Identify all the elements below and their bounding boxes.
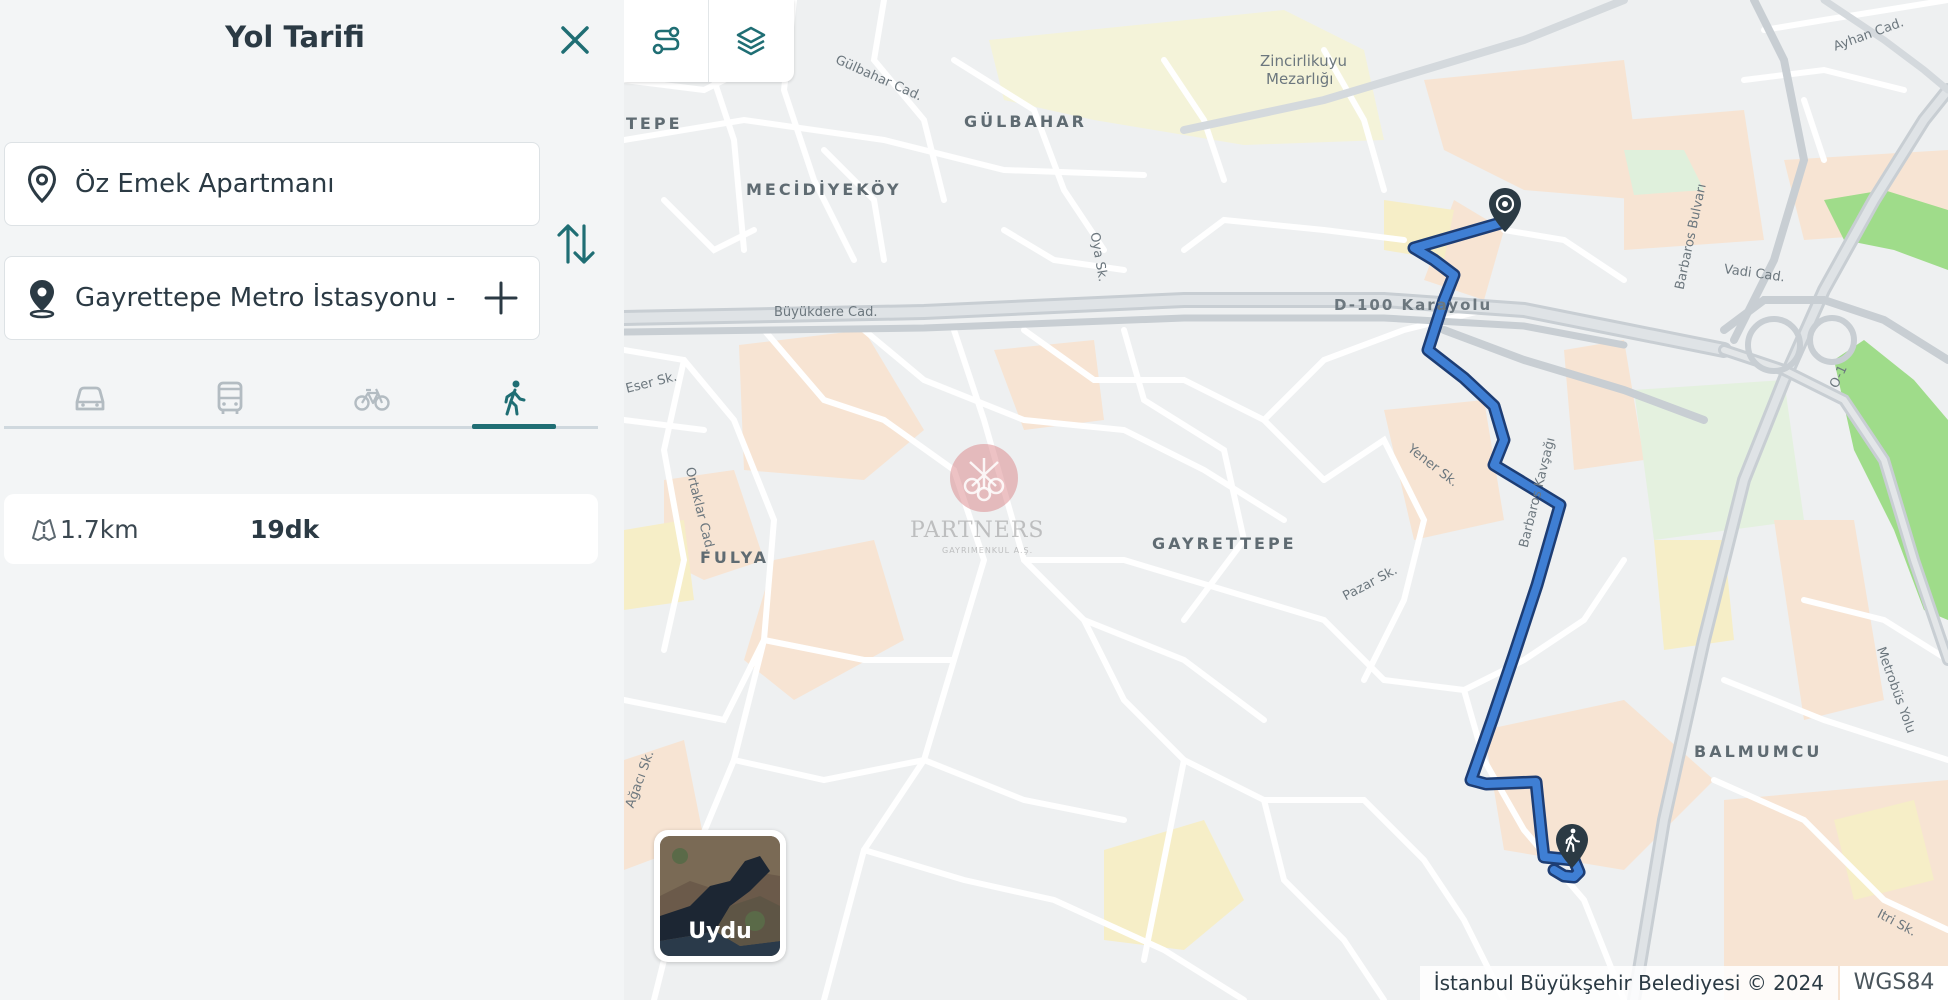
district-label: TEPE [626,114,683,133]
swap-arrows-icon [557,224,595,264]
destination-input[interactable]: Gayrettepe Metro İstasyonu - [75,283,477,313]
satellite-toggle-button[interactable]: Uydu [654,830,786,962]
directions-panel: Yol Tarifi Öz Emek Apartmanı Gayrettepe … [0,0,624,1000]
route-duration: 19dk [250,514,320,544]
car-icon [75,386,105,411]
watermark-text: PARTNERS [910,518,1045,543]
close-icon [561,26,589,54]
destination-field[interactable]: Gayrettepe Metro İstasyonu - [4,256,540,340]
plus-icon [484,281,518,315]
place-label: Mezarlığı [1266,70,1334,88]
origin-marker[interactable] [1486,186,1524,236]
origin-field[interactable]: Öz Emek Apartmanı [4,142,540,226]
travel-mode-tabs [4,372,598,432]
bicycle-icon [354,388,390,411]
walking-pin-icon [1556,824,1588,868]
route-icon [652,26,680,55]
close-button[interactable] [553,18,597,62]
location-pin-icon [21,163,63,205]
satellite-label: Uydu [688,919,752,944]
swap-button[interactable] [554,220,598,268]
route-distance: 1.7km [60,514,139,544]
layers-icon [736,26,766,56]
projection-label[interactable]: WGS84 [1840,966,1948,1000]
panel-title: Yol Tarifi [225,20,365,54]
map-base-layer [624,0,1948,1000]
layers-button[interactable] [708,0,793,82]
route-summary[interactable]: 1.7km 19dk [4,494,598,564]
tab-car[interactable] [48,372,132,424]
tab-walk[interactable] [472,372,556,429]
land-use-areas [624,10,1948,1000]
place-label: Zincirlikuyu [1260,52,1347,70]
map-canvas[interactable]: GÜLBAHAR MECİDİYEKÖY FULYA GAYRETTEPE BA… [624,0,1948,1000]
district-label: GÜLBAHAR [964,112,1087,131]
distance-map-icon [30,515,58,543]
walking-icon [504,380,526,416]
origin-pin-icon [1489,188,1521,232]
street-label: Büyükdere Cad. [774,305,878,320]
walker-marker[interactable] [1553,822,1591,872]
location-pin-filled-icon [21,277,63,319]
origin-input[interactable]: Öz Emek Apartmanı [75,169,539,199]
street-label: D-100 Karayolu [1334,296,1493,314]
bus-icon [217,381,243,414]
route-tool-button[interactable] [624,0,708,82]
map-attribution: İstanbul Büyükşehir Belediyesi © 2024 [1419,966,1838,1000]
tab-bus[interactable] [188,372,272,424]
tab-bicycle[interactable] [330,372,414,424]
satellite-thumbnail: Uydu [660,836,780,956]
watermark-subtext: GAYRIMENKUL A.Ş. [942,546,1034,555]
map-toolbar [624,0,794,82]
district-label: BALMUMCU [1694,742,1823,761]
add-stop-button[interactable] [481,278,521,318]
district-label: MECİDİYEKÖY [746,180,902,199]
district-label: GAYRETTEPE [1152,534,1297,553]
